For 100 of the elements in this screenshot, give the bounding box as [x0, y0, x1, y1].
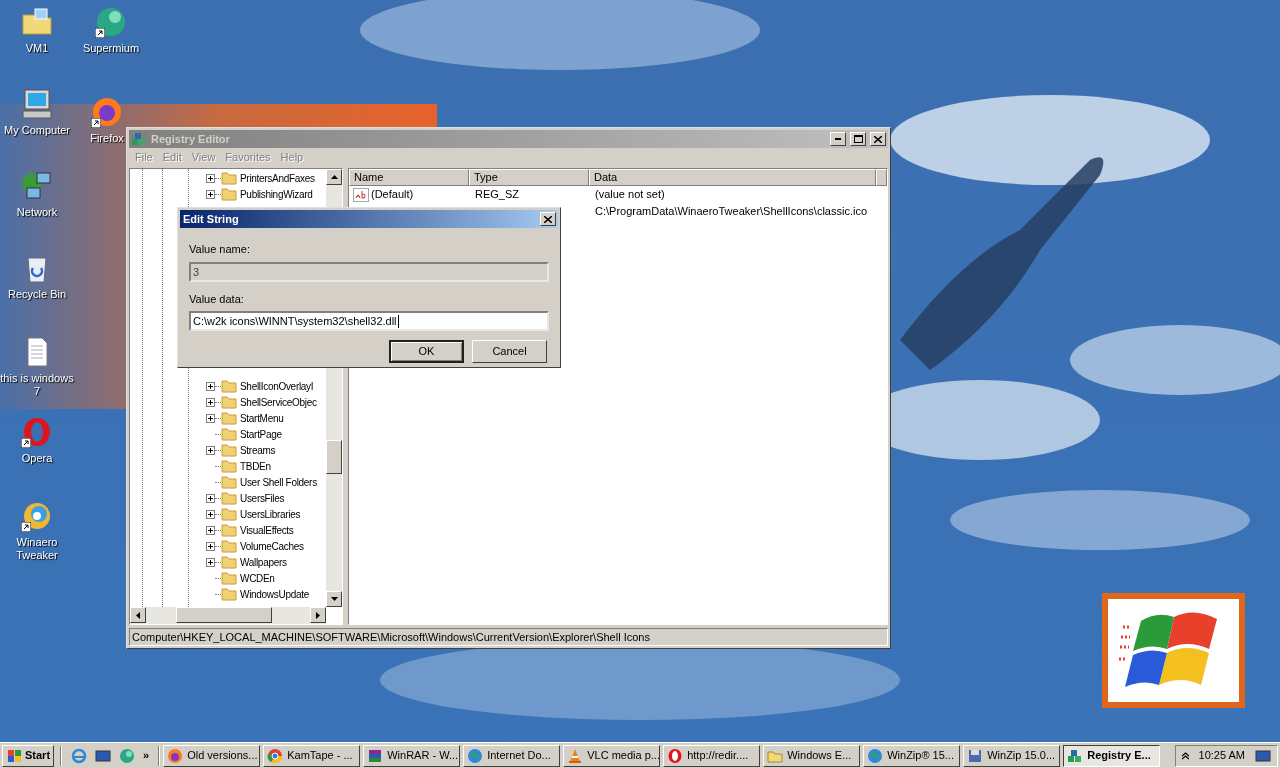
books-icon [367, 747, 384, 764]
tree-item[interactable]: UsersFiles [240, 490, 285, 506]
ring-icon [91, 96, 123, 128]
expand-icon[interactable] [206, 509, 215, 519]
value-data-field[interactable]: C:\w2k icons\WINNT\system32\shell32.dll [189, 311, 549, 331]
desktop-icon-label[interactable]: Network [16, 206, 58, 219]
string-value-icon [353, 187, 369, 202]
maximize-icon [853, 135, 863, 143]
globe-icon [71, 747, 88, 764]
tree-item[interactable]: StartPage [240, 426, 282, 442]
tree-item[interactable]: UsersLibraries [240, 506, 301, 522]
tree-item[interactable]: PrintersAndFaxes [240, 170, 315, 186]
desktop-icon-label[interactable]: My Computer [4, 124, 70, 137]
expand-icon[interactable] [206, 445, 215, 455]
folder-icon [221, 171, 237, 185]
desktop-icon-label[interactable]: this is windows 7 [0, 372, 74, 398]
taskbar-button[interactable]: Internet Do... [463, 744, 561, 767]
expand-icon[interactable] [206, 557, 215, 567]
desktop-icon-label[interactable]: Opera [21, 452, 53, 465]
horizontal-scrollbar[interactable] [130, 607, 326, 624]
network-icon [21, 170, 53, 202]
minimize-icon [835, 138, 841, 140]
expand-icon[interactable] [206, 493, 215, 503]
folder-icon [221, 555, 237, 569]
table-cell-text: (Default) [371, 187, 414, 203]
expand-icon[interactable] [206, 381, 215, 391]
dialog-title: Edit String [183, 211, 239, 227]
scroll-up-button[interactable] [326, 169, 342, 185]
taskbar-button[interactable]: Old versions... [163, 744, 261, 767]
dialog-button[interactable]: Cancel [472, 340, 547, 363]
taskbar-button[interactable]: WinZip 15.0... [963, 744, 1061, 767]
desktop-icon-label[interactable]: Recycle Bin [7, 288, 67, 301]
computer-icon [21, 88, 53, 120]
tree-item[interactable]: VisualEffects [240, 522, 294, 538]
left-arrow-icon [136, 611, 140, 619]
orb-icon [119, 747, 136, 764]
tree-item[interactable]: ShellIconOverlayI [240, 378, 314, 394]
tree-item[interactable]: Wallpapers [240, 554, 287, 570]
dialog-button[interactable]: OK [389, 340, 464, 363]
close-icon [874, 135, 882, 143]
scroll-right-button[interactable] [310, 607, 326, 623]
tree-item[interactable]: Streams [240, 442, 276, 458]
taskbar-button[interactable]: WinRAR - W... [363, 744, 461, 767]
tree-item[interactable]: TBDEn [240, 458, 271, 474]
folder-icon [221, 475, 237, 489]
taskbar-button[interactable]: http://redir.... [663, 744, 761, 767]
taskbar-button[interactable]: KamTape - ... [263, 744, 361, 767]
folder-icon [221, 395, 237, 409]
taskbar-button[interactable]: VLC media p... [563, 744, 661, 767]
folder-icon [221, 379, 237, 393]
clock[interactable]: 10:25 AM [1198, 747, 1245, 764]
folder-icon [221, 187, 237, 201]
cone-icon [567, 747, 584, 764]
scroll-thumb[interactable] [176, 607, 272, 623]
folder-icon [221, 427, 237, 441]
folder-icon [221, 539, 237, 553]
scroll-down-button[interactable] [326, 591, 342, 607]
cubes-icon [1067, 747, 1084, 764]
desktop-icon-label[interactable]: VM1 [25, 42, 49, 55]
taskbar-button[interactable]: Registry E... [1063, 744, 1161, 767]
minimize-button[interactable] [830, 132, 846, 146]
close-button[interactable] [870, 132, 886, 146]
column-header[interactable]: Name [349, 169, 469, 186]
desktop-icon-label[interactable]: Firefox [90, 132, 124, 145]
desktop-icon [1255, 747, 1271, 764]
expand-icon[interactable] [206, 525, 215, 535]
tree-item[interactable]: WindowsUpdate [240, 586, 309, 602]
chevron-up-icon[interactable] [1181, 751, 1189, 760]
column-header[interactable]: Type [469, 169, 589, 186]
expand-icon[interactable] [206, 173, 215, 183]
maximize-button[interactable] [850, 132, 866, 146]
start-button[interactable]: Start [2, 744, 55, 767]
expand-icon[interactable] [206, 189, 215, 199]
desktop-icon-label[interactable]: Winaero Tweaker [0, 536, 74, 562]
folder-icon [221, 523, 237, 537]
down-arrow-icon [330, 597, 338, 601]
expand-icon[interactable] [206, 541, 215, 551]
windows-flag-icon [6, 748, 22, 763]
desktop-icon-label[interactable]: Supermium [82, 42, 140, 55]
expand-icon[interactable] [206, 397, 215, 407]
more-button[interactable]: » [143, 747, 150, 764]
scroll-thumb[interactable] [326, 440, 342, 474]
close-button[interactable] [540, 212, 556, 226]
field-label: Value data: [189, 291, 245, 307]
scroll-left-button[interactable] [130, 607, 146, 623]
tree-item[interactable]: User Shell Folders [240, 474, 317, 490]
taskbar-button[interactable]: Windows E... [763, 744, 861, 767]
ring-icon [267, 747, 284, 764]
table-cell: C:\ProgramData\WinaeroTweaker\ShellIcons\classic.ico [595, 205, 868, 218]
tree-item[interactable]: ShellServiceObjec [240, 394, 317, 410]
tree-item[interactable]: PublishingWizard [240, 186, 313, 202]
tree-item[interactable]: StartMenu [240, 410, 284, 426]
tree-item[interactable]: WCDEn [240, 570, 275, 586]
taskbar-button[interactable]: WinZip® 15... [863, 744, 961, 767]
expand-icon[interactable] [206, 413, 215, 423]
tree-item[interactable]: VolumeCaches [240, 538, 304, 554]
shortcut-arrow-icon [91, 118, 101, 128]
desktop-icon [95, 747, 112, 764]
opera-icon [667, 747, 684, 764]
column-header[interactable]: Data [589, 169, 876, 186]
